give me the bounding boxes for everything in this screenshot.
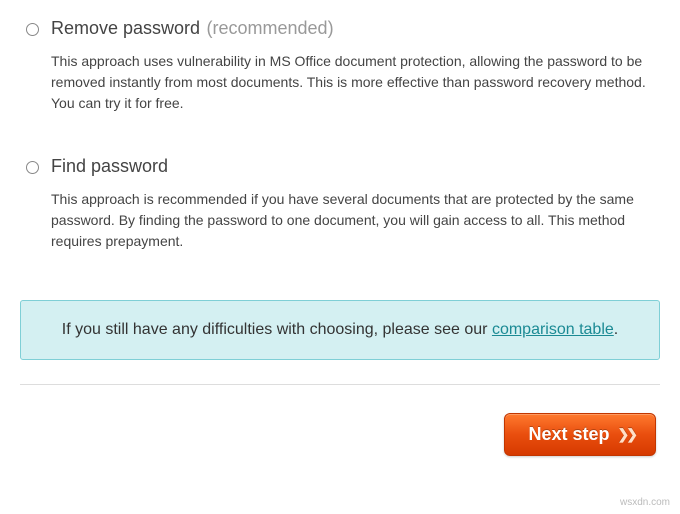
radio-find-password[interactable] (26, 161, 39, 174)
option-description: This approach uses vulnerability in MS O… (26, 51, 660, 114)
option-title: Find password (51, 156, 168, 176)
option-title: Remove password (51, 18, 200, 38)
option-find-password: Find password This approach is recommend… (20, 156, 660, 252)
next-step-label: Next step (529, 424, 610, 445)
option-header: Find password (26, 156, 660, 177)
next-step-button[interactable]: Next step ❯❯ (504, 413, 657, 456)
info-suffix: . (614, 321, 618, 338)
divider (20, 384, 660, 385)
option-header: Remove password (recommended) (26, 18, 660, 39)
option-description: This approach is recommended if you have… (26, 189, 660, 252)
option-tag: (recommended) (207, 18, 334, 38)
comparison-table-link[interactable]: comparison table (492, 321, 614, 338)
option-remove-password: Remove password (recommended) This appro… (20, 18, 660, 114)
info-prefix: If you still have any difficulties with … (62, 321, 492, 338)
radio-remove-password[interactable] (26, 23, 39, 36)
chevron-right-icon: ❯❯ (618, 426, 635, 443)
button-row: Next step ❯❯ (20, 413, 660, 456)
info-box: If you still have any difficulties with … (20, 300, 660, 360)
watermark: wsxdn.com (620, 497, 670, 508)
